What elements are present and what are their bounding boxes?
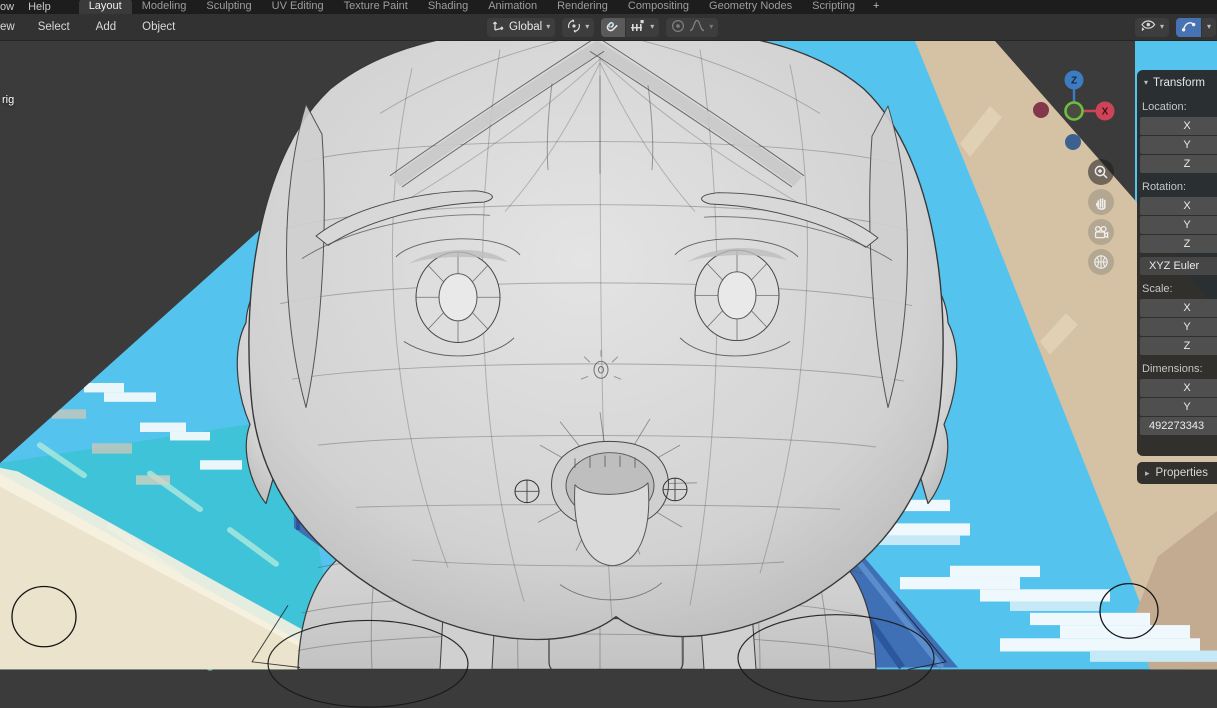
viewport-header: ew Select Add Object Global ▾ ▾ ▾ ▾ ▾ ▾ [0,14,1217,41]
chevron-down-icon: ▾ [1159,22,1164,31]
location-z-field[interactable]: Z [1140,155,1217,173]
active-object-label: rig [2,94,15,106]
zoom-button[interactable] [1088,159,1114,185]
falloff-curve-icon [689,19,705,35]
tab-animation[interactable]: Animation [478,0,547,14]
rotation-z-field[interactable]: Z [1140,235,1217,253]
panel-title: Transform [1153,77,1205,89]
chevron-down-icon: ▾ [709,22,714,31]
chevron-down-icon: ▾ [585,22,590,31]
properties-tab[interactable]: ▸ Properties [1137,462,1217,484]
scale-z-field[interactable]: Z [1140,337,1217,355]
scale-label: Scale: [1142,283,1173,295]
window-menu-clipped[interactable]: ow [0,1,24,14]
tab-compositing[interactable]: Compositing [618,0,699,14]
show-overlays-toggle[interactable] [1175,17,1201,37]
add-menu[interactable]: Add [83,21,129,33]
transform-orientation-dropdown[interactable]: Global ▾ [487,17,556,37]
viewport-menus: ew Select Add Object [0,14,188,40]
tab-shading[interactable]: Shading [418,0,478,14]
snap-increment-icon [631,19,646,36]
chevron-down-icon: ▾ [1206,22,1211,31]
transform-panel-header[interactable]: ▾ Transform [1137,75,1217,93]
topbar: ow Help Layout Modeling Sculpting UV Edi… [0,0,1217,14]
scale-x-field[interactable]: X [1140,299,1217,317]
dimensions-label: Dimensions: [1142,363,1203,375]
snapping-cluster: ▾ [601,17,660,37]
rotation-y-field[interactable]: Y [1140,216,1217,234]
overlays-dropdown[interactable]: ▾ [1201,17,1216,37]
character-model[interactable] [236,41,958,708]
snap-to-dropdown[interactable]: ▾ [626,17,660,37]
rotation-mode-dropdown[interactable]: XYZ Euler [1140,257,1217,275]
show-gizmo-icon [1140,19,1156,36]
tab-modeling[interactable]: Modeling [132,0,197,14]
tab-geometry-nodes[interactable]: Geometry Nodes [699,0,802,14]
svg-text:Z: Z [1071,76,1077,87]
location-y-field[interactable]: Y [1140,136,1217,154]
scale-y-field[interactable]: Y [1140,318,1217,336]
proportional-editing-icon [671,19,685,36]
object-menu[interactable]: Object [129,21,188,33]
gizmo-axis-y [1064,101,1084,121]
show-gizmo-dropdown[interactable]: ▾ [1134,17,1169,37]
show-overlays-icon [1181,19,1196,36]
orientation-value: Global [509,21,543,33]
overlays-cluster: ▾ [1175,17,1216,37]
chevron-down-icon: ▾ [650,22,655,31]
workspace-tabs: Layout Modeling Sculpting UV Editing Tex… [78,0,888,14]
snap-toggle-button[interactable] [601,17,626,37]
pivot-point-dropdown[interactable]: ▾ [562,17,595,37]
tab-layout[interactable]: Layout [78,0,132,14]
pivot-point-icon [567,18,581,36]
transform-panel: ▾ Transform Location: X Y Z Rotation: X … [1137,70,1217,456]
svg-text:X: X [1102,107,1109,118]
chevron-right-icon: ▸ [1145,467,1150,478]
rotation-x-field[interactable]: X [1140,197,1217,215]
select-menu[interactable]: Select [25,21,83,33]
tab-sculpting[interactable]: Sculpting [196,0,261,14]
proportional-editing-group[interactable]: ▾ [666,17,719,37]
navigation-gizmo[interactable]: Z X [1028,70,1123,165]
rotation-label: Rotation: [1142,181,1187,193]
pan-button[interactable] [1088,189,1114,215]
dimensions-x-field[interactable]: X [1140,379,1217,397]
tab-texture-paint[interactable]: Texture Paint [334,0,418,14]
tab-scripting[interactable]: Scripting [802,0,865,14]
properties-tab-label: Properties [1155,467,1208,479]
orthographic-grid-button[interactable] [1088,249,1114,275]
add-workspace-button[interactable]: + [865,0,887,14]
dimensions-y-field[interactable]: Y [1140,398,1217,416]
help-menu[interactable]: Help [24,1,67,14]
orientation-axes-icon [492,19,505,35]
location-x-field[interactable]: X [1140,117,1217,135]
gizmo-axis-neg-x [1033,102,1049,118]
camera-view-button[interactable] [1088,219,1114,245]
dimensions-z-field[interactable]: 492273343 [1140,417,1217,435]
tab-rendering[interactable]: Rendering [547,0,618,14]
location-label: Location: [1142,101,1187,113]
tab-uv-editing[interactable]: UV Editing [262,0,334,14]
chevron-down-icon: ▾ [546,22,551,31]
gizmo-axis-neg-z [1065,134,1081,150]
magnet-icon [606,19,620,36]
view-menu-clipped[interactable]: ew [0,21,25,33]
chevron-down-icon: ▾ [1144,78,1149,87]
